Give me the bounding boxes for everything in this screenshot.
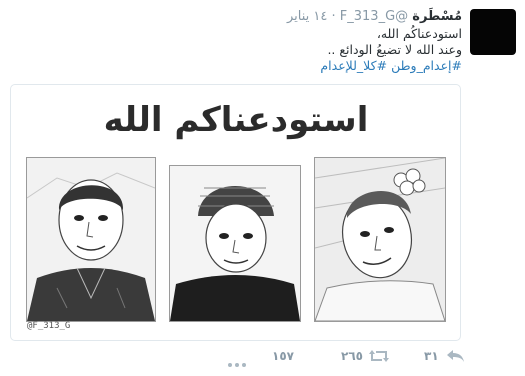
- tweet-media-image[interactable]: استودعناكم الله @F_313_G: [10, 84, 461, 341]
- more-options-button[interactable]: [228, 352, 249, 371]
- favorite-count: ١٥٧: [272, 349, 294, 363]
- tweet-line-1: استودعناكُم الله،: [376, 26, 462, 41]
- display-name[interactable]: مُسْطَرة: [412, 9, 462, 24]
- tweet-card: مُسْطَرة @F_313_G · ١٤ يناير استودعناكُم…: [0, 0, 525, 376]
- calligraphy-text-image: استودعناكم الله: [104, 100, 369, 140]
- portrait-sketch-left: [26, 157, 156, 322]
- retweet-icon: [368, 350, 389, 362]
- more-dot-icon: [242, 363, 246, 367]
- hashtag-row: #إعدام_وطن #كلا_للإعدام: [72, 58, 462, 74]
- tweet-actions: ١٥٧ ٢٦٥ ٣١: [0, 342, 525, 370]
- user-handle[interactable]: @F_313_G: [340, 9, 408, 24]
- retweet-button[interactable]: ٢٦٥: [339, 342, 389, 370]
- reply-button[interactable]: ٣١: [422, 342, 465, 370]
- hashtag-link-1[interactable]: #إعدام_وطن: [391, 58, 462, 73]
- timestamp-link[interactable]: ١٤ يناير: [287, 9, 327, 24]
- reply-count: ٣١: [424, 349, 439, 363]
- tweet-text: استودعناكُم الله، وعند الله لا تضيعُ الو…: [72, 26, 462, 74]
- hashtag-link-2[interactable]: #كلا_للإعدام: [320, 58, 387, 73]
- more-dot-icon: [228, 363, 232, 367]
- reply-icon: [446, 350, 464, 362]
- retweet-count: ٢٦٥: [341, 349, 363, 363]
- tweet-header: مُسْطَرة @F_313_G · ١٤ يناير: [287, 8, 462, 25]
- more-dot-icon: [235, 363, 239, 367]
- avatar[interactable]: [470, 9, 516, 55]
- tweet-line-2: وعند الله لا تضيعُ الودائع ..: [327, 42, 462, 57]
- portrait-sketch-middle: [169, 165, 301, 322]
- svg-text:استودعناكم الله: استودعناكم الله: [104, 100, 369, 140]
- image-watermark: @F_313_G: [27, 321, 71, 331]
- separator-dot: ·: [331, 9, 336, 24]
- portrait-sketch-right: [314, 157, 446, 322]
- favorite-button[interactable]: ١٥٧: [270, 342, 294, 370]
